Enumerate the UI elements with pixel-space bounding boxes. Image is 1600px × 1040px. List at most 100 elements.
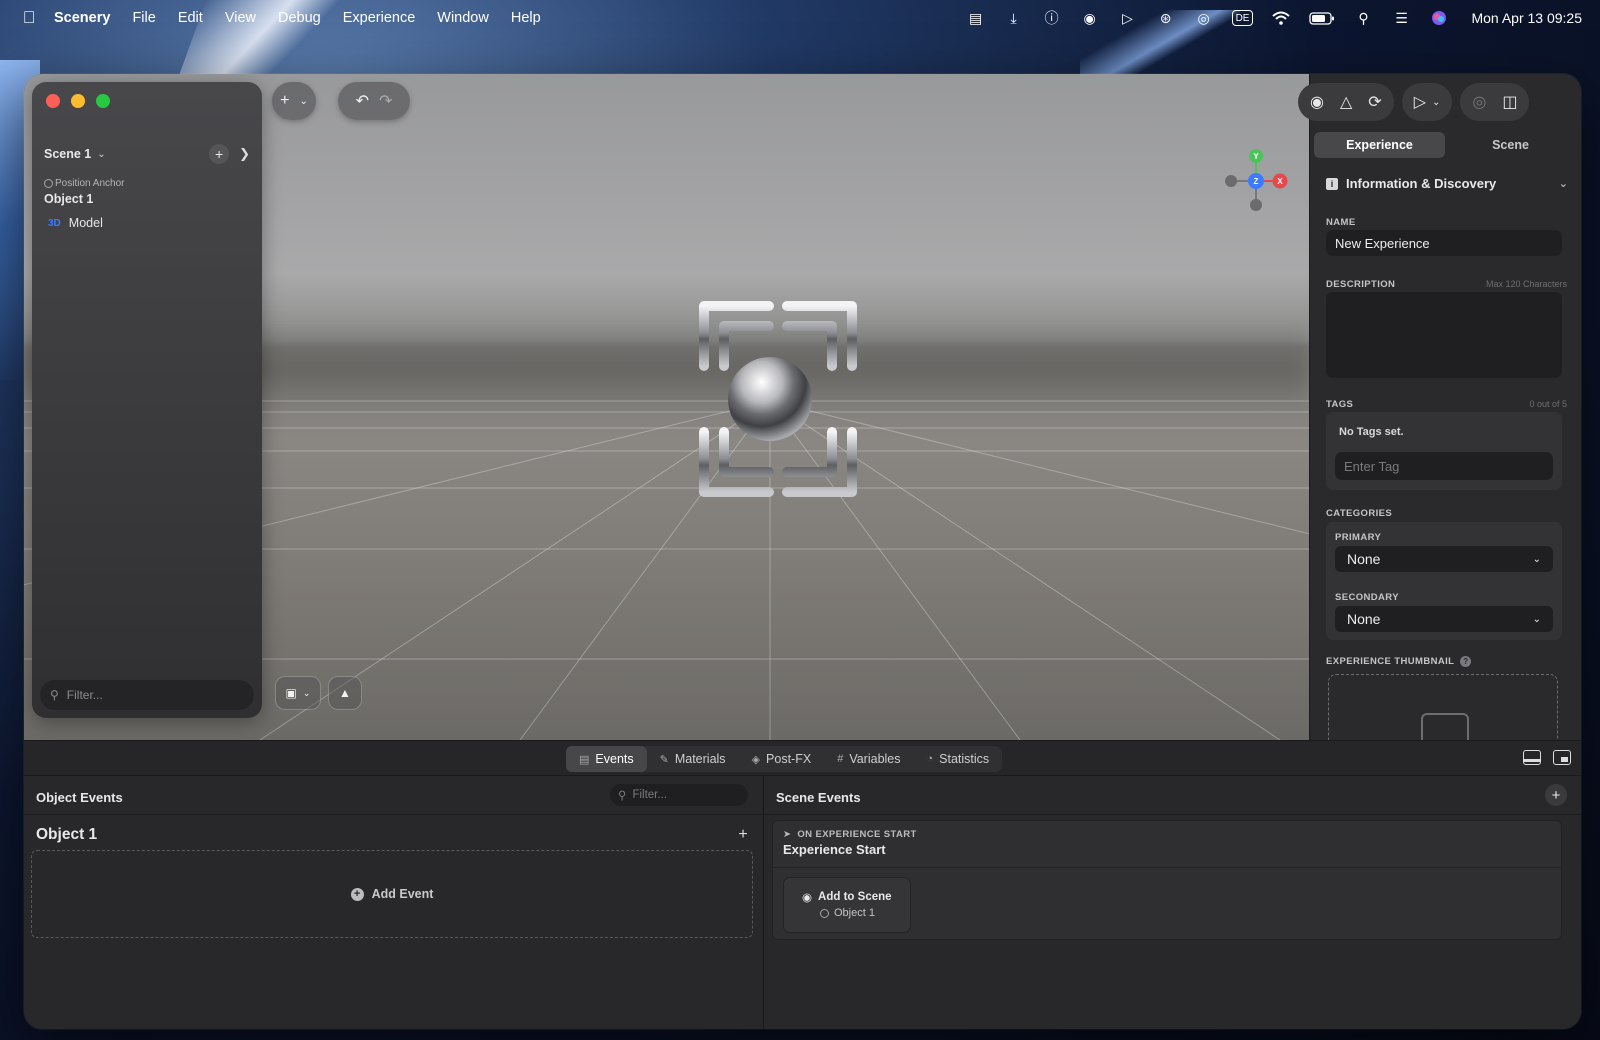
chevron-down-icon[interactable]: ⌄	[1559, 177, 1568, 190]
cube-icon[interactable]: △	[1340, 92, 1352, 112]
download-icon[interactable]: ⤓	[1004, 8, 1024, 28]
search-icon[interactable]: ⚲	[1353, 8, 1373, 28]
menu-view[interactable]: View	[225, 10, 256, 26]
plus-icon: +	[280, 92, 290, 109]
undo-redo-group: ↶ ↷	[338, 82, 410, 120]
description-textarea[interactable]	[1326, 292, 1562, 378]
airdrop-icon[interactable]: ⊛	[1156, 8, 1176, 28]
add-event-button[interactable]: + Add Event	[31, 850, 753, 938]
add-object-event-button[interactable]: +	[735, 826, 751, 843]
menu-app-name[interactable]: Scenery	[54, 10, 110, 26]
chevron-down-icon: ⌄	[302, 687, 311, 698]
hierarchy-filter-input[interactable]: ⚲ Filter...	[40, 680, 254, 710]
one-password-icon[interactable]: ⓘ	[1042, 8, 1062, 28]
experience-start-event-card[interactable]: ➤ ON EXPERIENCE START Experience Start ◉…	[772, 820, 1562, 940]
gizmo-x-label: X	[1277, 177, 1283, 186]
hierarchy-model-item[interactable]: 3D Model	[48, 216, 103, 230]
object-events-object-name: Object 1	[36, 826, 98, 843]
tab-variables-label: Variables	[849, 752, 901, 766]
tags-label: TAGS	[1326, 399, 1354, 410]
app-window: Y X Z Scene 1 ⌄ + ❯ Position Anchor Obje…	[24, 74, 1581, 1029]
close-button[interactable]	[46, 94, 60, 108]
add-event-label: Add Event	[371, 887, 434, 901]
siri-icon[interactable]	[1429, 8, 1449, 28]
scene-events-panel: Scene Events + ➤ ON EXPERIENCE START Exp…	[763, 776, 1581, 1029]
add-scene-event-button[interactable]: +	[1545, 784, 1567, 806]
menu-experience[interactable]: Experience	[343, 10, 416, 26]
pie-chart-icon: ◔	[926, 753, 934, 765]
object-events-filter-input[interactable]: ⚲ Filter...	[610, 784, 748, 806]
play-menu-button[interactable]: ▷ ⌄	[1401, 83, 1453, 121]
wifi-icon[interactable]	[1271, 8, 1291, 28]
tab-events[interactable]: ▤ Events	[566, 746, 647, 772]
control-center-icon[interactable]: ☰	[1391, 8, 1411, 28]
categories-box: PRIMARY None ⌄ SECONDARY None ⌄	[1326, 522, 1562, 640]
keyboard-layout-icon[interactable]: DE	[1231, 10, 1254, 26]
add-to-scene-action-card[interactable]: ◉ Add to Scene Object 1	[783, 877, 911, 933]
menu-help[interactable]: Help	[511, 10, 541, 26]
divider	[764, 814, 1581, 815]
minimize-button[interactable]	[71, 94, 85, 108]
primary-category-select[interactable]: None ⌄	[1335, 546, 1553, 572]
add-object-menu-button[interactable]: + ⌄	[272, 82, 316, 120]
menu-window[interactable]: Window	[437, 10, 489, 26]
apple-icon[interactable]: 	[18, 8, 40, 28]
undo-icon[interactable]: ↶	[356, 91, 369, 111]
battery-icon[interactable]	[1309, 8, 1335, 28]
zoom-button[interactable]	[96, 94, 110, 108]
section-title: Information & Discovery	[1346, 176, 1497, 191]
menu-file[interactable]: File	[132, 10, 155, 26]
event-name: Experience Start	[783, 842, 886, 857]
bottom-tabs: ▤ Events ✎ Materials ◈ Post-FX # Variabl…	[566, 746, 1003, 772]
divider	[24, 814, 762, 815]
camera-mode-button[interactable]: ▣ ⌄	[275, 676, 321, 710]
preview-icon[interactable]: ◎	[1472, 92, 1486, 112]
refresh-icon[interactable]: ⟳	[1368, 92, 1381, 112]
model-label: Model	[68, 216, 103, 230]
menu-debug[interactable]: Debug	[278, 10, 321, 26]
tab-scene[interactable]: Scene	[1445, 132, 1576, 158]
sidebar-toggle-icon[interactable]: ◫	[1502, 92, 1517, 112]
scene-events-title: Scene Events	[776, 790, 861, 805]
experience-name-field[interactable]: New Experience	[1326, 230, 1562, 256]
fingerprint-icon[interactable]: ◉	[1080, 8, 1100, 28]
panel-tools-group: ◎ ◫	[1460, 83, 1530, 121]
secondary-value: None	[1347, 611, 1381, 627]
bottom-panel-layout-icon[interactable]	[1523, 750, 1541, 765]
environment-button[interactable]: ▲	[328, 676, 362, 710]
camera-icon[interactable]: ◉	[1310, 92, 1324, 112]
tab-materials-label: Materials	[674, 752, 726, 766]
chevron-right-icon[interactable]: ❯	[239, 146, 250, 162]
play-circle-icon[interactable]: ▷	[1118, 8, 1138, 28]
menu-bar:  Scenery File Edit View Debug Experienc…	[0, 0, 1600, 36]
tab-variables[interactable]: # Variables	[824, 746, 913, 772]
hierarchy-object-item[interactable]: Object 1	[44, 192, 93, 206]
orientation-gizmo[interactable]: Y X Z	[1219, 148, 1299, 218]
capture-tools-group: ◉ △ ⟳	[1298, 83, 1394, 121]
search-icon: ⚲	[618, 790, 627, 802]
tab-post-fx[interactable]: ◈ Post-FX	[739, 746, 825, 772]
tag-input[interactable]: Enter Tag	[1335, 452, 1553, 480]
filter-placeholder: Filter...	[66, 688, 103, 702]
menu-clock[interactable]: Mon Apr 13 09:25	[1471, 8, 1582, 28]
gizmo-y-label: Y	[1253, 152, 1259, 161]
message-icon[interactable]: ▤	[966, 8, 986, 28]
help-icon[interactable]: ?	[1460, 656, 1472, 667]
secondary-category-select[interactable]: None ⌄	[1335, 606, 1553, 632]
information-discovery-header[interactable]: i Information & Discovery ⌄	[1326, 176, 1568, 191]
3d-model-object[interactable]	[664, 296, 874, 502]
tab-experience[interactable]: Experience	[1314, 132, 1445, 158]
camera-view-icon: ▣	[285, 686, 297, 700]
tab-materials[interactable]: ✎ Materials	[647, 746, 739, 772]
screen-record-icon[interactable]: ◎	[1194, 8, 1214, 28]
redo-icon[interactable]: ↷	[379, 91, 392, 111]
tab-statistics[interactable]: ◔ Statistics	[914, 746, 1003, 772]
scene-selector[interactable]: Scene 1 ⌄ + ❯	[44, 144, 250, 164]
menu-edit[interactable]: Edit	[178, 10, 203, 26]
object-events-title: Object Events	[36, 790, 123, 805]
add-scene-button[interactable]: +	[209, 144, 230, 164]
secondary-label: SECONDARY	[1335, 592, 1399, 603]
scene-viewport[interactable]: Y X Z Scene 1 ⌄ + ❯ Position Anchor Obje…	[24, 74, 1309, 740]
picture-in-picture-icon[interactable]	[1553, 750, 1571, 765]
chevron-down-icon[interactable]: ⌄	[97, 149, 105, 160]
